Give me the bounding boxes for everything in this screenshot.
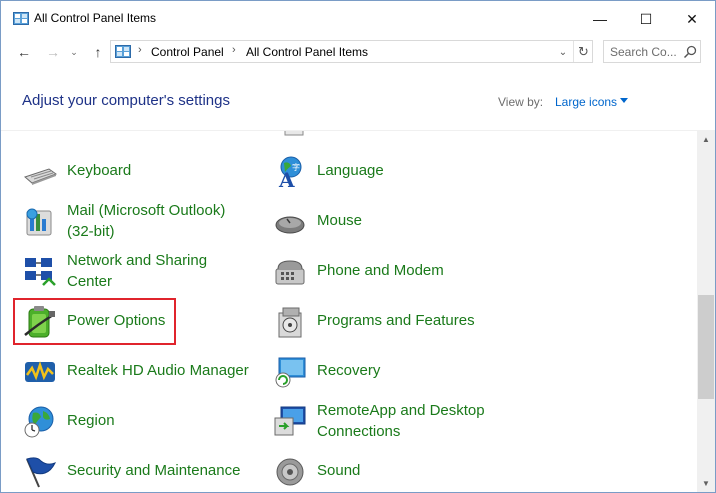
breadcrumb-control-panel[interactable]: Control Panel <box>151 45 224 59</box>
sound-icon <box>276 458 304 486</box>
chevron-down-icon[interactable] <box>620 98 628 103</box>
list-item-mouse[interactable]: Mouse <box>273 196 533 246</box>
list-item-power-options[interactable]: Power Options <box>23 296 268 346</box>
maximize-button[interactable]: ☐ <box>623 1 669 37</box>
svg-text:字: 字 <box>292 162 300 172</box>
list-item-realtek-hd-audio-manager[interactable]: Realtek HD Audio Manager <box>23 346 268 396</box>
items-list: Keyboard Mail (Microsoft Outlook) (32-bi… <box>1 131 697 492</box>
scroll-thumb[interactable] <box>698 295 714 399</box>
title-bar[interactable]: All Control Panel Items — ☐ ✕ <box>1 1 715 37</box>
view-by-dropdown[interactable]: Large icons <box>555 95 617 109</box>
phone-icon <box>275 260 305 285</box>
language-icon: A 字 <box>278 156 302 189</box>
control-panel-icon <box>115 45 131 58</box>
breadcrumb-separator[interactable]: › <box>138 44 142 56</box>
region-icon <box>24 406 54 438</box>
list-item-keyboard[interactable]: Keyboard <box>23 146 268 196</box>
list-item-remoteapp-and-desktop-connections[interactable]: RemoteApp and Desktop Connections <box>273 396 533 446</box>
item-label: Keyboard <box>67 162 132 179</box>
programs-icon <box>278 307 302 338</box>
back-button[interactable]: ← <box>13 41 35 63</box>
partial-item-icon <box>284 131 304 136</box>
search-icon[interactable] <box>682 44 698 60</box>
list-item-language[interactable]: A 字 Language <box>273 146 533 196</box>
item-label: Sound <box>317 462 361 479</box>
recent-locations-dropdown[interactable]: ⌄ <box>67 41 81 63</box>
remoteapp-icon <box>274 406 306 436</box>
scroll-up-button[interactable]: ▲ <box>697 131 715 148</box>
breadcrumb-all-items[interactable]: All Control Panel Items <box>246 45 368 59</box>
list-item-recovery[interactable]: Recovery <box>273 346 533 396</box>
forward-button[interactable]: → <box>42 41 64 63</box>
address-dropdown-button[interactable]: ⌄ <box>555 43 571 61</box>
up-button[interactable]: ↑ <box>87 41 109 63</box>
item-label-line1: Mail (Microsoft Outlook) <box>67 202 226 219</box>
network-icon <box>25 258 56 286</box>
item-label: Language <box>317 162 384 179</box>
item-label: Region <box>67 412 115 429</box>
breadcrumb-separator[interactable]: › <box>232 44 236 56</box>
item-label: Mouse <box>317 212 363 229</box>
list-item-mail[interactable]: Mail (Microsoft Outlook) (32-bit) <box>23 196 268 246</box>
item-label: Security and Maintenance <box>67 462 241 479</box>
mouse-icon <box>275 216 305 234</box>
page-title: Adjust your computer's settings <box>22 92 230 109</box>
item-label: Phone and Modem <box>317 262 444 279</box>
refresh-button[interactable]: ↻ <box>573 41 593 62</box>
partial-item-icon <box>25 131 55 137</box>
item-label-line2: Connections <box>317 423 401 440</box>
window-title: All Control Panel Items <box>34 11 157 25</box>
address-bar[interactable]: › Control Panel › All Control Panel Item… <box>110 40 593 63</box>
list-item-security-and-maintenance[interactable]: Security and Maintenance <box>23 446 268 492</box>
item-label: Realtek HD Audio Manager <box>67 362 249 379</box>
minimize-button[interactable]: — <box>577 1 623 37</box>
recovery-icon <box>275 357 306 388</box>
close-button[interactable]: ✕ <box>669 1 715 37</box>
control-panel-window: All Control Panel Items — ☐ ✕ ← → ⌄ ↑ › … <box>0 0 716 493</box>
item-label-line2: (32-bit) <box>67 223 115 240</box>
mail-icon <box>26 208 52 236</box>
search-input[interactable] <box>610 44 682 60</box>
navigation-bar: ← → ⌄ ↑ › Control Panel › All Control Pa… <box>1 37 715 67</box>
item-label: Recovery <box>317 362 381 379</box>
security-flag-icon <box>26 457 57 488</box>
list-item-phone-and-modem[interactable]: Phone and Modem <box>273 246 533 296</box>
list-item-region[interactable]: Region <box>23 396 268 446</box>
scroll-down-button[interactable]: ▼ <box>697 475 715 492</box>
list-item-sound[interactable]: Sound <box>273 446 533 492</box>
view-by-label: View by: <box>498 95 544 109</box>
list-item-programs-and-features[interactable]: Programs and Features <box>273 296 533 346</box>
item-label: Power Options <box>67 312 166 329</box>
control-panel-icon <box>13 12 29 25</box>
page-header: Adjust your computer's settings View by:… <box>1 67 715 131</box>
item-label-line1: Network and Sharing <box>67 252 208 269</box>
item-label-line1: RemoteApp and Desktop <box>317 402 485 419</box>
power-options-icon <box>24 306 55 338</box>
vertical-scrollbar[interactable]: ▲ ▼ <box>697 131 715 492</box>
item-label-line2: Center <box>67 273 113 290</box>
search-box[interactable] <box>603 40 701 63</box>
list-item-network-and-sharing-center[interactable]: Network and Sharing Center <box>23 246 268 296</box>
realtek-audio-icon <box>25 361 55 382</box>
item-label: Programs and Features <box>317 312 475 329</box>
keyboard-icon <box>24 168 57 185</box>
